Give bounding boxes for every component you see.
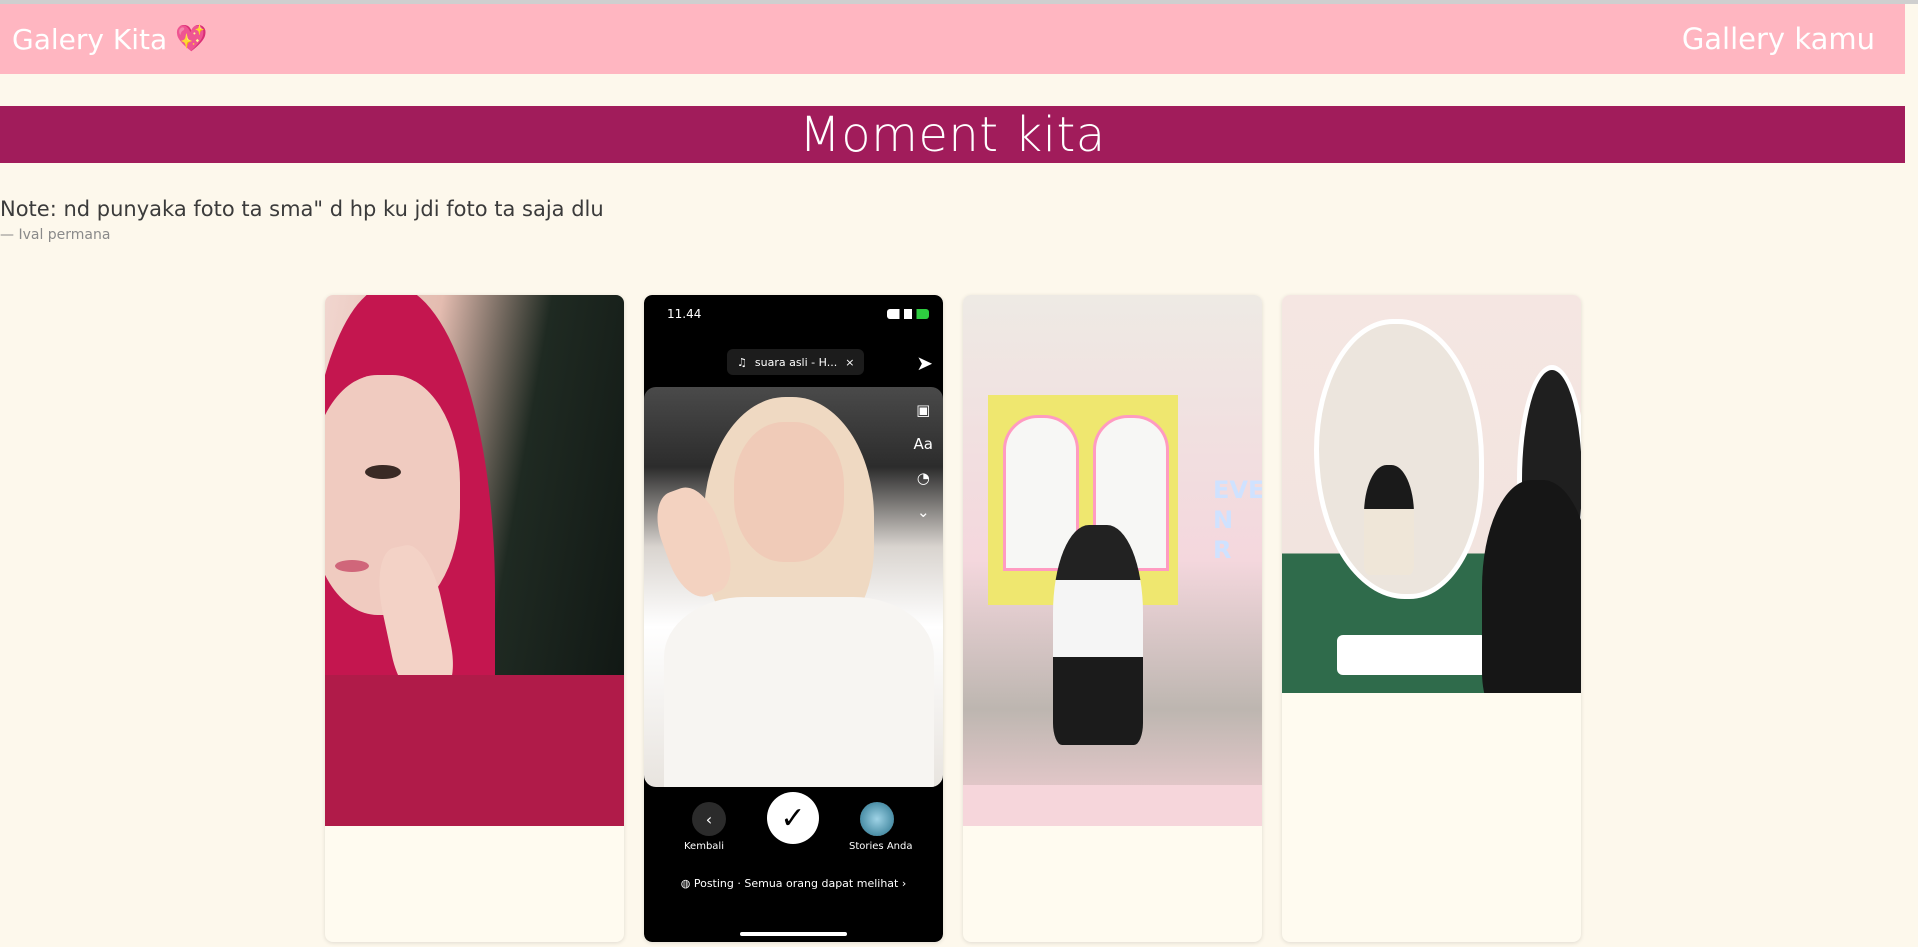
back-label: Kembali (684, 841, 724, 852)
photo-detail (1364, 465, 1414, 575)
photo-detail (365, 465, 401, 479)
posting-text: Posting · Semua orang dapat melihat (693, 877, 899, 890)
gallery-photo[interactable] (1282, 295, 1581, 693)
photo-detail (963, 785, 1262, 826)
text-tool-icon: Aa (913, 435, 933, 453)
photo-detail (1053, 525, 1143, 745)
posting-visibility: ◍ Posting · Semua orang dapat melihat › (644, 877, 943, 890)
close-icon: × (845, 355, 855, 369)
back-icon: ‹ (692, 802, 726, 836)
gallery-card[interactable] (325, 295, 624, 942)
page-banner: Moment kita (0, 106, 1905, 163)
avatar (860, 802, 894, 836)
photo-detail (325, 675, 624, 826)
gallery-photo-phone-screenshot[interactable]: 11.44 ♫ suara asli - H... × ➤ ▣ Aa ◔ ⌄ ‹ (644, 295, 943, 942)
music-chip: ♫ suara asli - H... × (727, 349, 865, 375)
check-icon: ✓ (767, 792, 819, 844)
photo-detail (1482, 480, 1581, 693)
note-text: Note: nd punyaka foto ta sma" d hp ku jd… (0, 197, 604, 221)
gallery-card[interactable]: EVE N R (963, 295, 1262, 942)
story-tools: ▣ Aa ◔ ⌄ (914, 393, 933, 529)
layout-icon: ▣ (916, 401, 931, 419)
phone-time: 11.44 (667, 307, 702, 321)
music-title: suara asli - H... (754, 355, 838, 369)
brand-title: Galery Kita (12, 22, 168, 56)
brand[interactable]: Galery Kita 💖 (12, 23, 208, 56)
page-title: Moment kita (799, 106, 1106, 163)
selfie-image (644, 387, 943, 787)
gallery-photo[interactable]: EVE N R (963, 295, 1262, 826)
send-icon: ➤ (916, 351, 933, 375)
photo-detail (734, 422, 844, 562)
gallery-card[interactable]: 11.44 ♫ suara asli - H... × ➤ ▣ Aa ◔ ⌄ ‹ (644, 295, 943, 942)
chevron-down-icon: ⌄ (916, 503, 930, 521)
palette-icon: ◔ (916, 469, 930, 487)
chevron-right-icon: › (898, 877, 907, 890)
nav-link-gallery-kamu[interactable]: Gallery kamu (1682, 22, 1875, 56)
music-note-icon: ♫ (737, 355, 747, 369)
gallery-photo[interactable] (325, 295, 624, 826)
photo-detail (1337, 635, 1487, 675)
photo-detail (335, 560, 369, 572)
phone-status-icons (887, 309, 929, 319)
neon-line: EVE (1213, 476, 1262, 504)
note-author: — Ival permana (0, 227, 111, 243)
navbar: Galery Kita 💖 Gallery kamu (0, 4, 1905, 74)
photo-detail (664, 597, 934, 787)
stories-label: Stories Anda (849, 841, 913, 852)
gallery-card[interactable] (1282, 295, 1581, 942)
neon-sign: EVE N R (1213, 475, 1262, 565)
sparkling-heart-icon: 💖 (175, 24, 208, 54)
neon-line: N (1213, 506, 1234, 534)
globe-icon: ◍ (680, 877, 694, 890)
neon-line: R (1213, 536, 1232, 564)
home-indicator (740, 932, 847, 936)
